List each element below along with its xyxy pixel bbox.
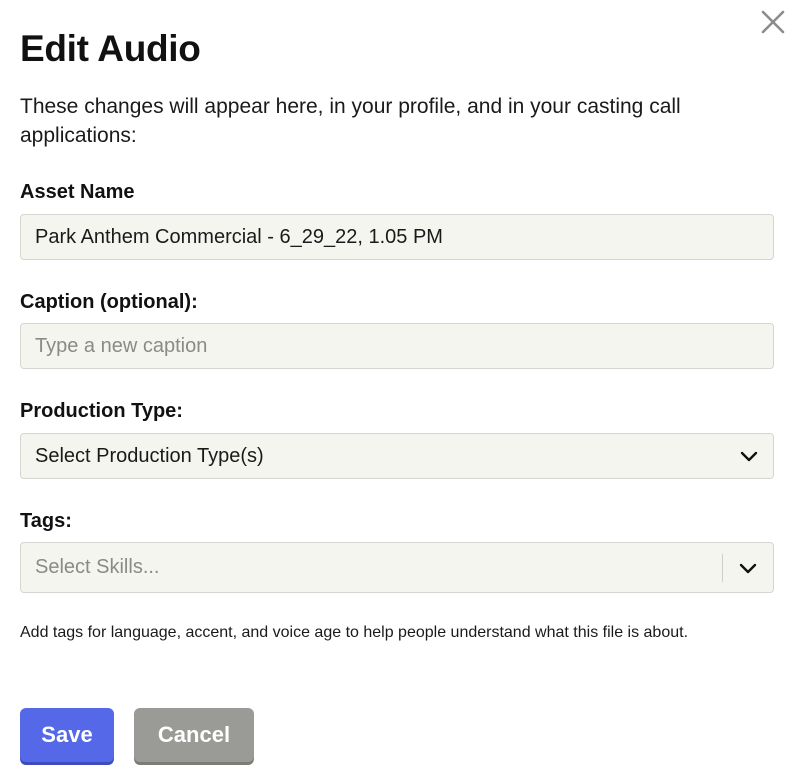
close-button[interactable] bbox=[757, 6, 789, 38]
production-type-label: Production Type: bbox=[20, 400, 183, 422]
tags-placeholder: Select Skills... bbox=[35, 556, 160, 578]
dialog-subtitle: These changes will appear here, in your … bbox=[20, 95, 681, 147]
production-type-select[interactable]: Select Production Type(s) bbox=[20, 433, 774, 479]
tags-label: Tags: bbox=[20, 510, 72, 532]
caption-input[interactable] bbox=[20, 323, 774, 369]
tags-dropdown-toggle[interactable] bbox=[723, 543, 773, 592]
dialog-title: Edit Audio bbox=[20, 28, 201, 69]
chevron-down-icon bbox=[739, 563, 757, 573]
save-button[interactable]: Save bbox=[20, 708, 114, 762]
tags-helper-text: Add tags for language, accent, and voice… bbox=[20, 624, 689, 641]
production-type-value: Select Production Type(s) bbox=[35, 444, 264, 467]
asset-name-input[interactable] bbox=[20, 214, 774, 260]
chevron-down-icon bbox=[740, 451, 758, 462]
caption-label: Caption (optional): bbox=[20, 291, 198, 313]
asset-name-label: Asset Name bbox=[20, 181, 135, 203]
tags-select[interactable]: Select Skills... bbox=[20, 542, 774, 593]
cancel-button[interactable]: Cancel bbox=[134, 708, 254, 762]
close-icon bbox=[761, 10, 785, 34]
